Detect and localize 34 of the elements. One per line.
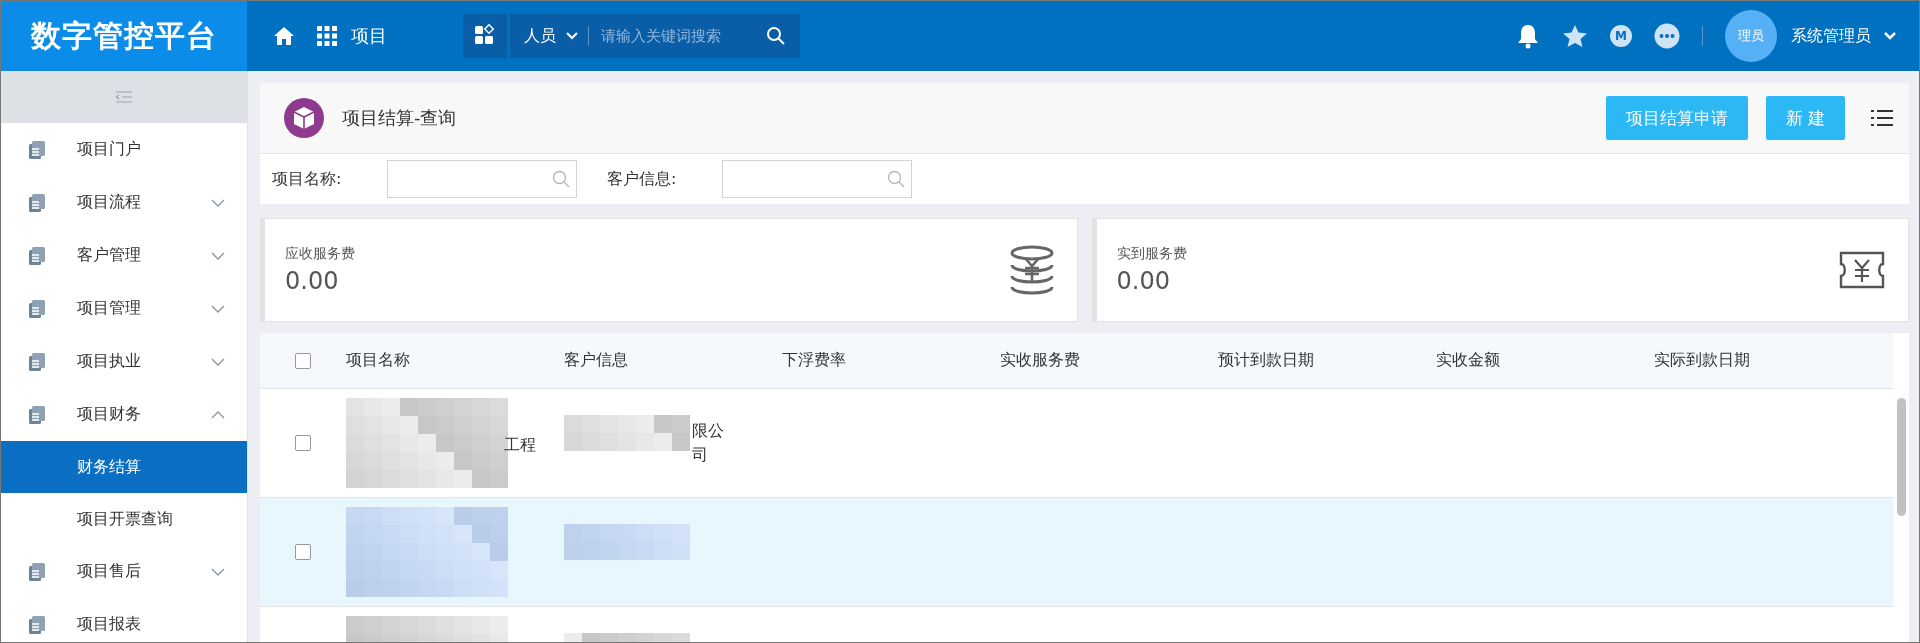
column-header: 实收服务费 — [1000, 350, 1081, 371]
card-value: 0.00 — [285, 267, 340, 295]
column-header: 项目名称 — [346, 350, 411, 371]
sidebar-item[interactable]: 项目财务 — [1, 388, 247, 441]
module-link[interactable]: 项目 — [351, 24, 387, 48]
sidebar-subitem[interactable]: 项目开票查询 — [1, 493, 247, 545]
m-badge[interactable]: M — [1610, 25, 1632, 47]
page-title: 项目结算-查询 — [342, 106, 457, 130]
column-header: 下浮费率 — [782, 350, 847, 371]
sidebar-item[interactable]: 项目报表 — [1, 598, 247, 642]
card-value: 0.00 — [1116, 267, 1171, 295]
filter-label: 项目名称: — [272, 168, 343, 190]
sidebar-item[interactable]: 客户管理 — [1, 229, 247, 282]
sidebar-item[interactable]: 项目售后 — [1, 545, 247, 598]
sidebar-item[interactable]: 项目管理 — [1, 282, 247, 335]
sidebar-subitem[interactable]: 财务结算 — [1, 441, 247, 493]
column-header: 实际到款日期 — [1654, 350, 1751, 371]
card-label: 应收服务费 — [285, 245, 355, 263]
sidebar-item[interactable]: 项目流程 — [1, 176, 247, 229]
app-logo: 数字管控平台 — [1, 1, 247, 71]
sidebar-item[interactable]: 项目门户 — [1, 123, 247, 176]
user-name[interactable]: 系统管理员 — [1791, 25, 1871, 47]
table-cell: 工程 — [504, 434, 536, 456]
table-row[interactable]: 工程 限公 司 — [260, 389, 1893, 498]
column-header: 预计到款日期 — [1218, 350, 1315, 371]
column-header: 实收金额 — [1436, 350, 1501, 371]
card-label: 实到服务费 — [1116, 245, 1187, 263]
search-field[interactable]: 人员 请输入关键词搜索 — [510, 14, 800, 58]
filter-label: 客户信息: — [607, 168, 678, 190]
sidebar-item[interactable]: 项目执业 — [1, 335, 247, 388]
table-cell-text: 司 — [692, 444, 709, 466]
column-header: 客户信息 — [564, 350, 629, 371]
category-dropdown[interactable]: 人员 — [524, 25, 578, 47]
table-cell-text: 限公 — [692, 420, 724, 442]
